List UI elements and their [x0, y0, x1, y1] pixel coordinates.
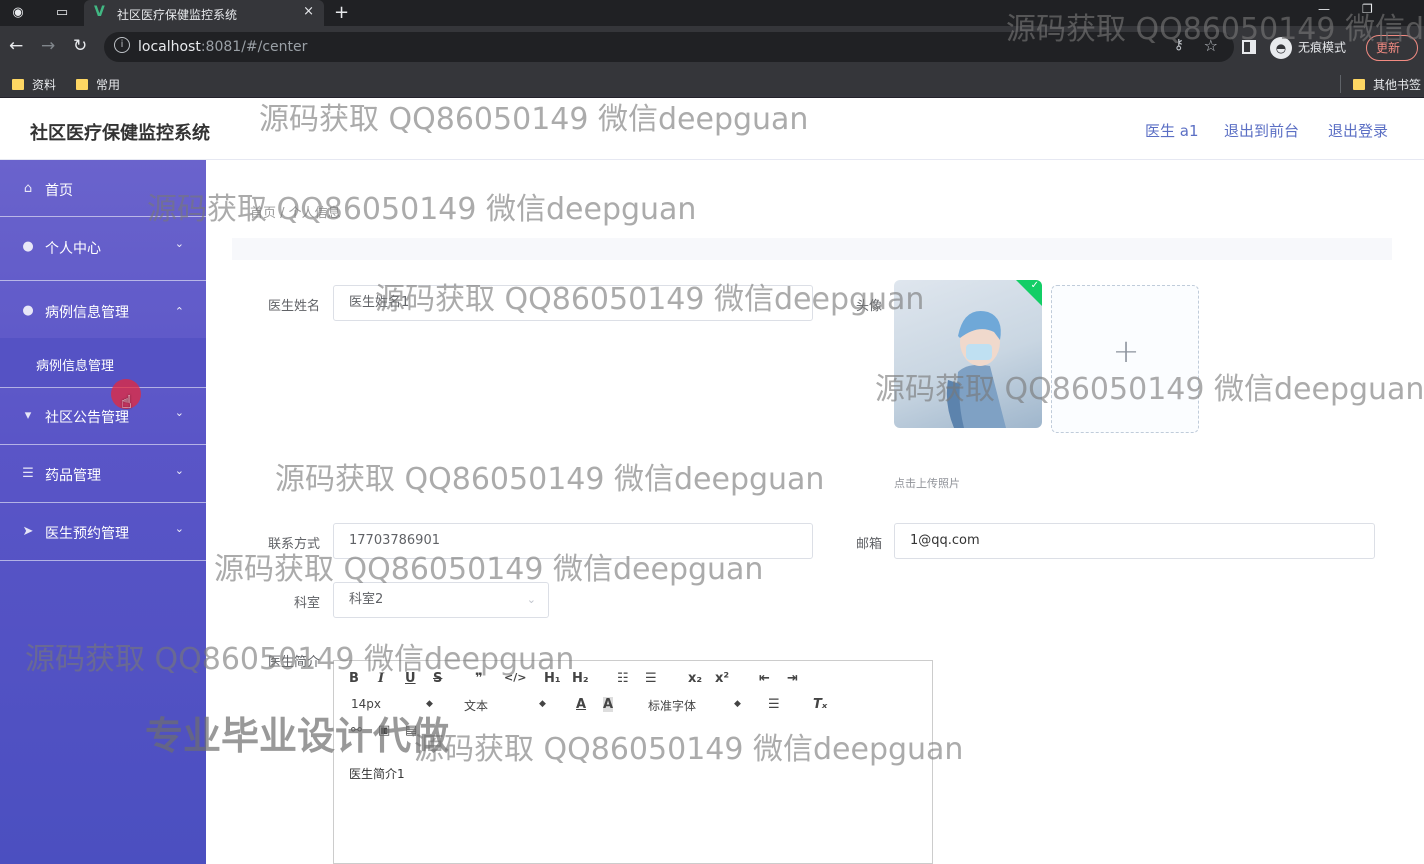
- heading-2-icon[interactable]: H₂: [572, 671, 589, 686]
- chevron-down-icon: ⌄: [174, 464, 184, 477]
- check-icon: ✓: [1030, 280, 1039, 291]
- user-name-link[interactable]: 医生 a1: [1145, 120, 1199, 141]
- logout-link[interactable]: 退出登录: [1328, 120, 1388, 141]
- select-arrows-icon: ◆: [734, 699, 741, 709]
- other-bookmarks[interactable]: 其他书签: [1353, 76, 1421, 93]
- chevron-down-icon: ⌄: [526, 593, 536, 606]
- tab-close-icon[interactable]: ×: [303, 4, 314, 19]
- department-value: 科室2: [349, 592, 384, 607]
- url-text: localhost:8081/#/center: [138, 39, 308, 55]
- intro-editor-text: 医生简介1: [349, 767, 405, 781]
- chevron-down-icon: ⌄: [174, 406, 184, 419]
- email-input[interactable]: 1@qq.com: [894, 523, 1375, 559]
- doctor-name-label: 医生姓名: [267, 299, 320, 314]
- back-to-front-link[interactable]: 退出到前台: [1224, 120, 1299, 141]
- upload-tip: 点击上传照片: [894, 477, 960, 490]
- watermark: 源码获取 QQ86050149 微信deepguan: [875, 372, 1424, 407]
- chevron-down-icon: ⌄: [174, 522, 184, 535]
- folder-icon: [12, 79, 24, 90]
- bookmark-divider: [1340, 75, 1341, 93]
- clear-format-icon[interactable]: Tₓ: [813, 697, 827, 712]
- bookmark-folder-1[interactable]: 常用: [76, 76, 120, 93]
- font-family-select[interactable]: 标准字体 ◆: [648, 697, 744, 714]
- ordered-list-icon[interactable]: ☷: [617, 671, 629, 686]
- sidebar-item-appointment-management[interactable]: ➤ 医生预约管理 ⌄: [0, 503, 206, 561]
- font-color-icon[interactable]: A: [576, 697, 586, 712]
- outdent-icon[interactable]: ⇤: [759, 671, 770, 686]
- superscript-icon[interactable]: x²: [715, 671, 729, 686]
- sidebar-item-case-management[interactable]: ● 病例信息管理 ⌃: [0, 281, 206, 338]
- breadcrumb-bar: [232, 238, 1392, 260]
- chevron-up-icon: ⌃: [174, 305, 184, 318]
- reload-icon[interactable]: ↻: [73, 36, 87, 56]
- watermark: 源码获取 QQ86050149 微信de: [1006, 12, 1424, 47]
- chrome-menu-icon[interactable]: ◉: [8, 4, 28, 22]
- browser-tab[interactable]: V 社区医疗保健监控系统 ×: [84, 0, 324, 26]
- chevron-down-icon: ⌄: [174, 237, 184, 250]
- watermark: 源码获取 QQ86050149 微信deepguan: [375, 282, 925, 317]
- align-icon[interactable]: ☰: [768, 697, 780, 712]
- new-tab-button[interactable]: +: [334, 2, 349, 23]
- notice-icon: ▾: [24, 408, 32, 423]
- watermark: 源码获取 QQ86050149 微信deepguan: [147, 192, 697, 227]
- tab-title: 社区医疗保健监控系统: [117, 8, 238, 22]
- app-title: 社区医疗保健监控系统: [30, 123, 210, 144]
- forward-icon[interactable]: →: [41, 36, 55, 56]
- submenu-item-case-management[interactable]: 病例信息管理: [0, 338, 206, 388]
- watermark: 源码获取 QQ86050149 微信deepguan: [25, 642, 575, 677]
- bookmark-folder-0[interactable]: 资料: [12, 76, 56, 93]
- folder-icon: [76, 79, 88, 90]
- text-style-select[interactable]: 文本 ◆: [464, 697, 548, 714]
- watermark-big: 专业毕业设计代做: [145, 714, 450, 758]
- sidebar-item-notice-management[interactable]: ▾ 社区公告管理 ⌄: [0, 388, 206, 445]
- subscript-icon[interactable]: x₂: [688, 671, 702, 686]
- watermark: 源码获取 QQ86050149 微信deepguan: [275, 462, 825, 497]
- email-label: 邮箱: [855, 537, 882, 552]
- home-icon: ⌂: [23, 181, 33, 196]
- watermark: 源码获取 QQ86050149 微信deepguan: [214, 552, 764, 587]
- user-icon: ●: [22, 303, 34, 318]
- back-icon[interactable]: ←: [9, 36, 23, 56]
- folder-icon: [1353, 79, 1365, 90]
- select-arrows-icon: ◆: [539, 699, 546, 709]
- watermark: 源码获取 QQ86050149 微信deepguan: [259, 102, 809, 137]
- tab-search-icon[interactable]: ▭: [52, 4, 72, 22]
- indent-icon[interactable]: ⇥: [787, 671, 798, 686]
- hand-cursor-icon: ☝: [121, 392, 132, 413]
- site-info-icon[interactable]: i: [114, 37, 130, 53]
- list-icon: ☰: [22, 466, 34, 481]
- user-icon: ●: [22, 239, 34, 254]
- background-color-icon[interactable]: A: [603, 697, 614, 712]
- bullet-list-icon[interactable]: ☰: [645, 671, 657, 686]
- sidebar-item-drug-management[interactable]: ☰ 药品管理 ⌄: [0, 445, 206, 503]
- vue-logo-icon: V: [94, 4, 105, 20]
- watermark: 源码获取 QQ86050149 微信deepguan: [414, 732, 964, 767]
- send-icon: ➤: [22, 524, 34, 539]
- avatar-upload-button[interactable]: +: [1051, 285, 1199, 433]
- department-label: 科室: [293, 596, 320, 611]
